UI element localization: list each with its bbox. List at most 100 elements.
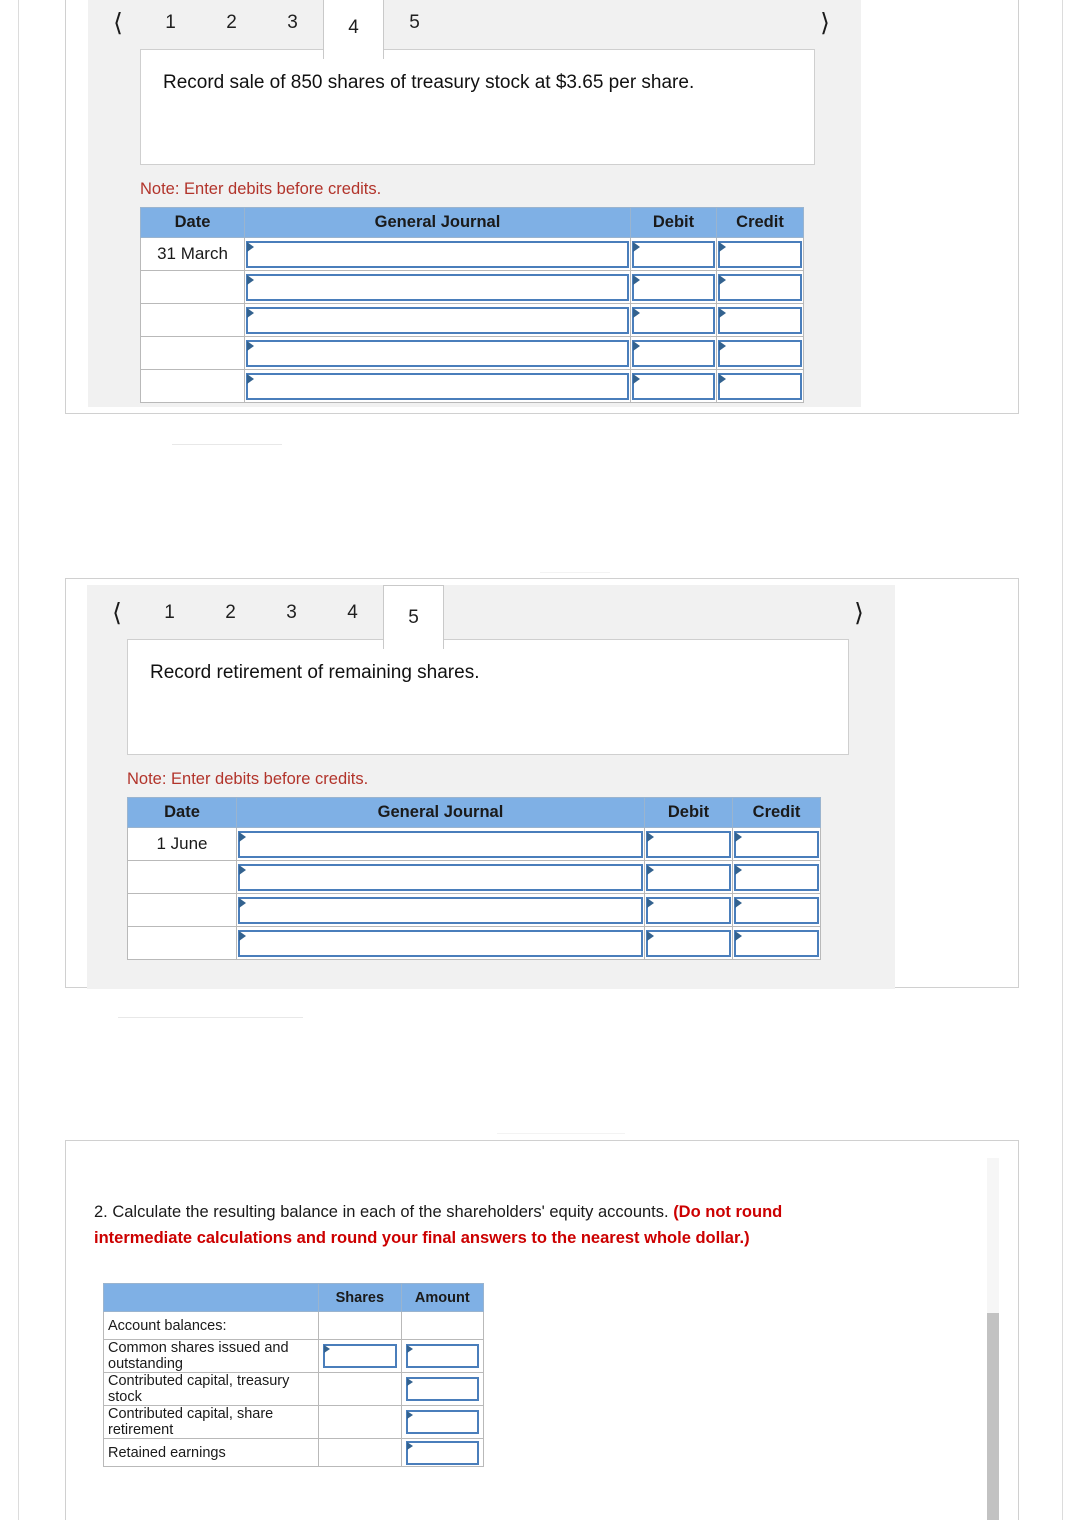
journal-credit-cell[interactable] — [716, 336, 804, 370]
journal-credit-input[interactable] — [718, 306, 802, 334]
journal-col-date: Date — [140, 207, 245, 238]
journal-entry-cell[interactable] — [236, 827, 645, 861]
table-row: Common shares issued and outstanding — [102, 1339, 485, 1373]
journal-entry-input[interactable] — [238, 863, 643, 891]
equity-row-label: Contributed capital, treasury stock — [102, 1372, 320, 1406]
equity-amount-cell[interactable] — [400, 1372, 485, 1406]
equity-row-label: Common shares issued and outstanding — [102, 1339, 320, 1373]
table-row: 1 June — [127, 827, 821, 861]
journal-debit-input[interactable] — [632, 339, 715, 367]
journal-entry-input[interactable] — [246, 339, 629, 367]
next-tab-chevron-right-icon[interactable]: ⟩ — [803, 0, 847, 49]
equity-amount-cell[interactable] — [400, 1438, 485, 1467]
journal-debit-input[interactable] — [632, 273, 715, 301]
journal-debit-input[interactable] — [632, 372, 715, 400]
journal-debit-input[interactable] — [646, 896, 731, 924]
journal-date-cell — [140, 303, 245, 337]
tab-3[interactable]: 3 — [261, 585, 322, 639]
journal-entry-cell[interactable] — [244, 336, 631, 370]
tab-4[interactable]: 4 — [323, 0, 384, 59]
journal-credit-cell[interactable] — [716, 303, 804, 337]
journal-entry-cell[interactable] — [244, 303, 631, 337]
journal-entry-input[interactable] — [246, 306, 629, 334]
tab-4[interactable]: 4 — [322, 585, 383, 639]
transaction-prompt-text-1: Record sale of 850 shares of treasury st… — [163, 72, 695, 93]
journal-credit-cell[interactable] — [732, 926, 821, 960]
equity-amount-input[interactable] — [405, 1377, 479, 1401]
journal-credit-cell[interactable] — [732, 893, 821, 927]
journal-date-cell: 1 June — [127, 827, 237, 861]
tab-1[interactable]: 1 — [140, 0, 201, 49]
journal-credit-cell[interactable] — [716, 270, 804, 304]
journal-debit-input[interactable] — [646, 863, 731, 891]
equity-shares-input[interactable] — [323, 1344, 397, 1368]
journal-credit-input[interactable] — [718, 273, 802, 301]
journal-credit-input[interactable] — [718, 372, 802, 400]
journal-credit-input[interactable] — [718, 240, 802, 268]
journal-credit-input[interactable] — [718, 339, 802, 367]
equity-shares-cell[interactable] — [318, 1339, 402, 1373]
tab-5[interactable]: 5 — [384, 0, 445, 49]
tab-1[interactable]: 1 — [139, 585, 200, 639]
journal-credit-input[interactable] — [734, 896, 819, 924]
equity-amount-input[interactable] — [405, 1440, 479, 1465]
journal-entry-input[interactable] — [246, 273, 629, 301]
journal-debit-input[interactable] — [646, 830, 731, 858]
tab-navigation-2: ⟨ 1 2 3 4 5 ⟩ — [87, 585, 895, 649]
journal-entry-input[interactable] — [238, 830, 643, 858]
tab-2[interactable]: 2 — [201, 0, 262, 49]
journal-entry-input[interactable] — [246, 240, 629, 268]
equity-amount-cell[interactable] — [400, 1339, 485, 1373]
journal-debit-cell[interactable] — [630, 270, 717, 304]
journal-debit-input[interactable] — [632, 306, 715, 334]
journal-entry-cell[interactable] — [244, 369, 631, 403]
journal-debit-cell[interactable] — [630, 237, 717, 271]
journal-debit-input[interactable] — [632, 240, 715, 268]
prev-tab-chevron-left-icon[interactable]: ⟨ — [96, 0, 140, 49]
equity-amount-input[interactable] — [405, 1344, 479, 1368]
journal-credit-cell[interactable] — [732, 827, 821, 861]
journal-credit-cell[interactable] — [716, 369, 804, 403]
question-2-lead-text: 2. Calculate the resulting balance in ea… — [94, 1203, 674, 1221]
journal-entry-cell[interactable] — [244, 270, 631, 304]
journal-date-cell — [140, 336, 245, 370]
journal-body-1: 31 March — [140, 237, 804, 403]
journal-debit-cell[interactable] — [644, 860, 733, 894]
question-2-instruction: 2. Calculate the resulting balance in ea… — [94, 1199, 854, 1252]
journal-entry-cell[interactable] — [236, 926, 645, 960]
journal-credit-input[interactable] — [734, 929, 819, 957]
journal-debit-cell[interactable] — [644, 827, 733, 861]
tab-5[interactable]: 5 — [383, 585, 444, 649]
table-row — [140, 336, 804, 370]
journal-entry-input[interactable] — [246, 372, 629, 400]
table-row: Contributed capital, treasury stock — [102, 1372, 485, 1406]
journal-body-2: 1 June — [127, 827, 821, 960]
journal-credit-cell[interactable] — [732, 860, 821, 894]
tab-2[interactable]: 2 — [200, 585, 261, 639]
journal-entry-cell[interactable] — [244, 237, 631, 271]
journal-entry-cell[interactable] — [236, 893, 645, 927]
journal-credit-input[interactable] — [734, 830, 819, 858]
journal-entry-input[interactable] — [238, 896, 643, 924]
journal-credit-input[interactable] — [734, 863, 819, 891]
journal-col-debit: Debit — [644, 797, 733, 828]
journal-entry-input[interactable] — [238, 929, 643, 957]
tab-3[interactable]: 3 — [262, 0, 323, 49]
equity-amount-input[interactable] — [405, 1410, 479, 1434]
journal-debit-cell[interactable] — [644, 926, 733, 960]
journal-debit-input[interactable] — [646, 929, 731, 957]
page-root: ⟨ 1 2 3 4 5 ⟩ Record sale of 850 shares … — [0, 0, 1080, 1520]
panel-scrollbar-thumb[interactable] — [987, 1313, 999, 1520]
journal-debit-cell[interactable] — [630, 336, 717, 370]
journal-debit-cell[interactable] — [630, 303, 717, 337]
page-left-rule — [18, 0, 19, 1520]
table-row — [140, 303, 804, 337]
journal-debit-cell[interactable] — [644, 893, 733, 927]
journal-credit-cell[interactable] — [716, 237, 804, 271]
journal-debit-cell[interactable] — [630, 369, 717, 403]
next-tab-chevron-right-icon[interactable]: ⟩ — [837, 585, 881, 639]
prev-tab-chevron-left-icon[interactable]: ⟨ — [95, 585, 139, 639]
journal-entry-cell[interactable] — [236, 860, 645, 894]
equity-amount-cell[interactable] — [400, 1405, 485, 1439]
journal-date-cell — [127, 860, 237, 894]
